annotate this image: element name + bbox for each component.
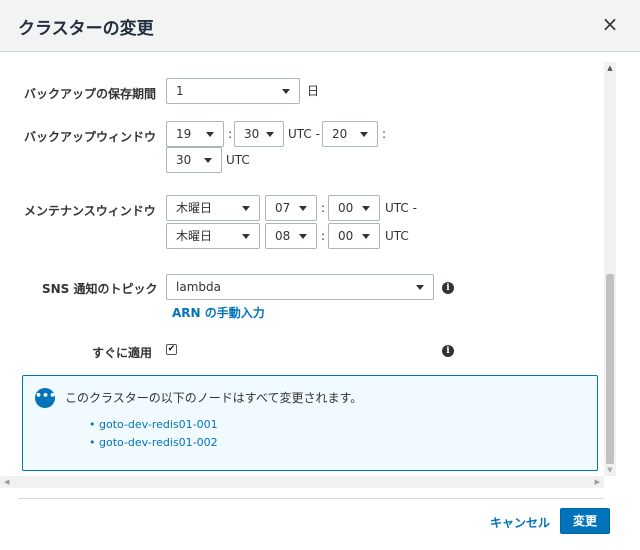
maintenance-end-hour-value: 08 — [275, 229, 291, 243]
list-item: goto-dev-redis01-002 — [89, 434, 218, 452]
backup-utc: UTC — [226, 153, 250, 167]
backup-duration-minute-select[interactable]: 30 — [166, 147, 222, 173]
time-colon: : — [228, 127, 233, 141]
chevron-down-icon — [242, 234, 250, 239]
cancel-button[interactable]: キャンセル — [490, 514, 550, 531]
apply-immediately-label: すぐに適用 — [92, 346, 153, 360]
maintenance-end-minute-select[interactable]: 00 — [328, 223, 380, 249]
info-alert: ••• このクラスターの以下のノードはすべて変更されます。 goto-dev-r… — [22, 375, 598, 471]
maintenance-window-label: メンテナンスウィンドウ — [24, 204, 156, 218]
maintenance-end-minute-value: 00 — [338, 229, 354, 243]
scroll-down-icon[interactable]: ▼ — [604, 464, 616, 476]
arn-manual-input-link[interactable]: ARN の手動入力 — [172, 304, 265, 321]
chevron-down-icon — [362, 206, 370, 211]
chevron-down-icon — [299, 206, 307, 211]
modal-title: クラスターの変更 — [18, 19, 154, 39]
info-icon[interactable]: i — [442, 282, 454, 294]
scroll-left-icon[interactable]: ◀ — [4, 476, 9, 488]
maintenance-start-day-value: 木曜日 — [176, 201, 213, 215]
horizontal-scrollbar[interactable]: ◀ ▶ — [0, 476, 604, 488]
backup-start-minute-value: 30 — [244, 127, 260, 141]
chat-bubble-icon: ••• — [35, 388, 56, 408]
chevron-down-icon — [266, 132, 274, 137]
backup-start-hour-select[interactable]: 19 — [166, 121, 224, 147]
backup-retention-select[interactable]: 1 — [166, 78, 300, 104]
maintenance-start-day-select[interactable]: 木曜日 — [166, 195, 260, 221]
scroll-up-icon[interactable]: ▲ — [604, 62, 616, 74]
apply-immediately-checkbox[interactable]: ✔ — [166, 344, 177, 355]
node-list: goto-dev-redis01-001 goto-dev-redis01-00… — [89, 416, 218, 452]
chevron-down-icon — [362, 234, 370, 239]
backup-start-minute-select[interactable]: 30 — [234, 121, 284, 147]
backup-duration-hour-value: 20 — [332, 127, 348, 141]
scrollbar-thumb[interactable] — [606, 274, 614, 464]
backup-retention-label: バックアップの保存期間 — [24, 87, 157, 101]
backup-start-hour-value: 19 — [176, 127, 192, 141]
time-colon: : — [321, 201, 326, 215]
vertical-scrollbar[interactable]: ▲ ▼ — [604, 62, 616, 476]
maintenance-end-hour-select[interactable]: 08 — [265, 223, 317, 249]
chevron-down-icon — [299, 234, 307, 239]
maintenance-end-day-value: 木曜日 — [176, 229, 213, 243]
sns-topic-select[interactable]: lambda — [166, 274, 434, 300]
maintenance-start-minute-value: 00 — [338, 201, 354, 215]
modal-header: クラスターの変更 × — [0, 0, 640, 52]
maintenance-start-hour-select[interactable]: 07 — [265, 195, 317, 221]
maintenance-start-hour-value: 07 — [275, 201, 291, 215]
footer-divider — [18, 498, 604, 499]
info-icon[interactable]: i — [442, 345, 454, 357]
time-colon: : — [321, 229, 326, 243]
list-item: goto-dev-redis01-001 — [89, 416, 218, 434]
maintenance-end-day-select[interactable]: 木曜日 — [166, 223, 260, 249]
close-icon[interactable]: × — [600, 14, 620, 34]
chevron-down-icon — [242, 206, 250, 211]
chevron-down-icon — [360, 132, 368, 137]
backup-duration-minute-value: 30 — [176, 153, 192, 167]
chevron-down-icon — [206, 132, 214, 137]
chevron-down-icon — [204, 158, 212, 163]
maintenance-start-minute-select[interactable]: 00 — [328, 195, 380, 221]
backup-duration-hour-select[interactable]: 20 — [322, 121, 378, 147]
backup-utc-dash: UTC - — [288, 127, 320, 141]
alert-title: このクラスターの以下のノードはすべて変更されます。 — [65, 391, 363, 405]
chevron-down-icon — [416, 285, 424, 290]
time-colon: : — [382, 127, 387, 141]
modify-button[interactable]: 変更 — [560, 508, 610, 534]
scroll-right-icon[interactable]: ▶ — [595, 476, 600, 488]
backup-retention-value: 1 — [176, 84, 184, 98]
sns-topic-label: SNS 通知のトピック — [42, 282, 158, 296]
backup-retention-unit: 日 — [307, 84, 320, 98]
maintenance-utc: UTC — [385, 229, 409, 243]
backup-window-label: バックアップウィンドウ — [24, 130, 157, 144]
maintenance-utc-dash: UTC - — [385, 201, 417, 215]
sns-topic-value: lambda — [176, 280, 221, 294]
chevron-down-icon — [282, 89, 290, 94]
